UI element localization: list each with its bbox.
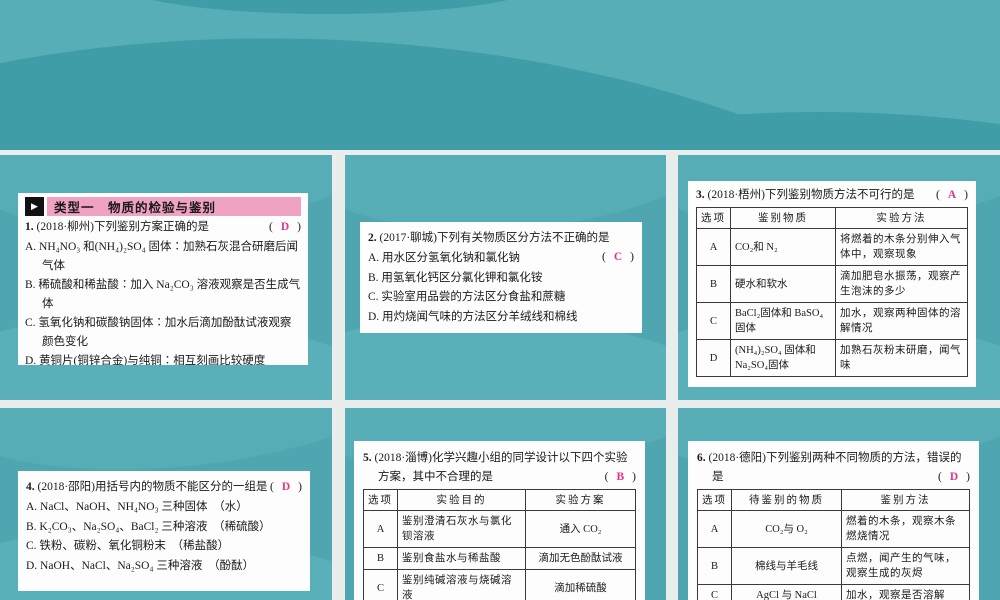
question-number: 1. [25,221,34,233]
option-c: C. 氢氧化钠和碳酸钠固体∶加水后滴加酚酞试液观察颜色变化 [25,317,292,348]
question-number: 5. [363,452,372,464]
identification-table: 选项 鉴别物质 实验方法 A CO₂和 N₂ 将燃着的木条分别伸入气体中，观察现… [696,207,968,377]
question-stem: 6. (2018·德阳)下列鉴别两种不同物质的方法，错误的是(D) [697,449,970,487]
question-number: 2. [368,232,377,244]
table-header-row: 选项 实验目的 实验方案 [363,489,636,511]
answer-slot: (A) [936,189,968,201]
answer-letter: C [613,251,623,263]
question-text: (2018·柳州)下列鉴别方案正确的是 [36,221,210,233]
option-c: C. 铁粉、碳粉、氧化铜粉末 （稀盐酸） [26,540,230,552]
table-row: B 硬水和软水 滴加肥皂水振荡，观察产生泡沫的多少 [696,265,968,303]
slide-thumbnail-q6[interactable]: 6. (2018·德阳)下列鉴别两种不同物质的方法，错误的是(D) 选项 待鉴别… [678,408,1000,600]
question-stem: 4. (2018·邵阳)用括号内的物质不能区分的一组是(D) [26,478,302,497]
question-number: 3. [696,189,705,201]
question-stem: 3. (2018·梧州)下列鉴别物质方法不可行的是 (A) [696,186,968,205]
option-a: A. NaCl、NaOH、NH₄NO₃ 三种固体 （水） [26,501,248,513]
question-stem: 5. (2018·淄博)化学兴趣小组的同学设计以下四个实验方案，其中不合理的是(… [363,449,636,487]
col-header-plan: 实验方案 [525,489,636,511]
experiment-plan-table: 选项 实验目的 实验方案 A 鉴别澄清石灰水与氯化钡溶液 通入 CO₂ B 鉴别… [363,489,636,600]
question-text: (2018·德阳)下列鉴别两种不同物质的方法，错误的是 [708,452,962,483]
option-d: D. NaOH、NaCl、Na₂SO₄ 三种溶液 （酚酞） [26,559,255,572]
option-a: A. NH₄NO₃ 和(NH₄)₂SO₄ 固体∶加熟石灰混合研磨后闻气体 [25,241,299,272]
col-header-method: 鉴别方法 [841,489,970,511]
option-d: D. 黄铜片(铜锌合金)与纯铜∶相互刻画比较硬度 [25,355,266,365]
question-text: (2018·梧州)下列鉴别物质方法不可行的是 [707,189,915,201]
question-number: 4. [26,481,35,493]
answer-letter: B [616,471,625,483]
col-header-substance: 鉴别物质 [730,207,836,229]
slide-thumbnail-q2[interactable]: 2. (2017·聊城)下列有关物质区分方法不正确的是 (C) A. 用水区分氢氧… [345,155,666,400]
answer-letter: D [280,221,290,233]
question-number: 6. [697,452,706,464]
col-header-option: 选项 [696,207,731,229]
table-row: A 鉴别澄清石灰水与氯化钡溶液 通入 CO₂ [363,510,636,548]
col-header-option: 选项 [697,489,732,511]
section-title: 类型一 物质的检验与鉴别 [47,197,301,216]
table-row: B 鉴别食盐水与稀盐酸 滴加无色酚酞试液 [363,547,636,570]
table-header-row: 选项 待鉴别的物质 鉴别方法 [697,489,970,511]
slide-thumbnail-q1[interactable]: ▶ 类型一 物质的检验与鉴别 1. (2018·柳州)下列鉴别方案正确的是 (D)… [0,155,332,400]
slide-thumbnail-q3[interactable]: 3. (2018·梧州)下列鉴别物质方法不可行的是 (A) 选项 鉴别物质 实验方… [678,155,1000,400]
col-header-purpose: 实验目的 [397,489,526,511]
question-card-6: 6. (2018·德阳)下列鉴别两种不同物质的方法，错误的是(D) 选项 待鉴别… [688,441,979,600]
option-b: B. 稀硫酸和稀盐酸∶加入 Na₂CO₃ 溶液观察是否生成气体 [25,279,301,310]
table-row: C 鉴别纯碱溶液与烧碱溶液 滴加稀硫酸 [363,569,636,600]
question-card-1: ▶ 类型一 物质的检验与鉴别 1. (2018·柳州)下列鉴别方案正确的是 (D)… [18,193,308,365]
question-card-3: 3. (2018·梧州)下列鉴别物质方法不可行的是 (A) 选项 鉴别物质 实验方… [688,181,976,387]
slide-thumbnail-q4[interactable]: 4. (2018·邵阳)用括号内的物质不能区分的一组是(D) A. NaCl、N… [0,408,332,600]
question-card-4: 4. (2018·邵阳)用括号内的物质不能区分的一组是(D) A. NaCl、N… [18,471,310,591]
option-a: A. 用水区分氢氧化钠和氯化钠 [368,252,521,264]
answer-letter: D [281,481,291,493]
identification-method-table: 选项 待鉴别的物质 鉴别方法 A CO₂与 O₂ 燃着的木条，观察木条燃烧情况 … [697,489,970,600]
question-stem: 1. (2018·柳州)下列鉴别方案正确的是 (D) [25,218,301,237]
option-b: B. 用氢氧化钙区分氯化钾和氯化铵 [368,271,543,284]
answer-slot: (C) [602,251,634,263]
table-row: A CO₂与 O₂ 燃着的木条，观察木条燃烧情况 [697,510,970,548]
option-d: D. 用灼烧闻气味的方法区分羊绒线和棉线 [368,310,578,323]
answer-slot: (D) [269,221,301,233]
table-row: B 棉线与羊毛线 点燃，闻产生的气味，观察生成的灰烬 [697,547,970,585]
answer-slot: (B) [604,471,636,483]
col-header-substance: 待鉴别的物质 [731,489,842,511]
question-text: (2018·淄博)化学兴趣小组的同学设计以下四个实验方案，其中不合理的是 [374,452,628,483]
play-icon: ▶ [25,197,44,216]
table-row: D (NH₄)₂SO₄ 固体和Na₂SO₄固体 加熟石灰粉末研磨，闻气味 [696,339,968,377]
answer-slot: (D) [270,481,302,493]
answer-slot: (D) [938,471,970,483]
slide-thumbnail-q5[interactable]: 5. (2018·淄博)化学兴趣小组的同学设计以下四个实验方案，其中不合理的是(… [345,408,666,600]
question-card-5: 5. (2018·淄博)化学兴趣小组的同学设计以下四个实验方案，其中不合理的是(… [354,441,645,600]
title-slide-partial [0,0,1000,150]
question-card-2: 2. (2017·聊城)下列有关物质区分方法不正确的是 (C) A. 用水区分氢氧… [360,222,642,333]
question-stem: 2. (2017·聊城)下列有关物质区分方法不正确的是 (C) [368,229,634,263]
section-header: ▶ 类型一 物质的检验与鉴别 [25,197,301,216]
answer-letter: D [949,471,959,483]
wave-decoration [120,0,540,14]
table-row: C BaCl₂固体和 BaSO₄固体 加水，观察两种固体的溶解情况 [696,302,968,340]
answer-letter: A [947,189,957,201]
option-c: C. 实验室用品尝的方法区分食盐和蔗糖 [368,291,566,303]
option-b: B. K₂CO₃、Na₂SO₄、BaCl₂ 三种溶液 （稀硫酸） [26,520,271,533]
col-header-option: 选项 [363,489,398,511]
col-header-method: 实验方法 [835,207,968,229]
table-row: A CO₂和 N₂ 将燃着的木条分别伸入气体中，观察现象 [696,228,968,266]
table-header-row: 选项 鉴别物质 实验方法 [696,207,968,229]
question-text: (2017·聊城)下列有关物质区分方法不正确的是 [379,232,610,244]
table-row: C AgCl 与 NaCl 加水，观察是否溶解 [697,584,970,600]
question-text: (2018·邵阳)用括号内的物质不能区分的一组是 [37,481,268,493]
